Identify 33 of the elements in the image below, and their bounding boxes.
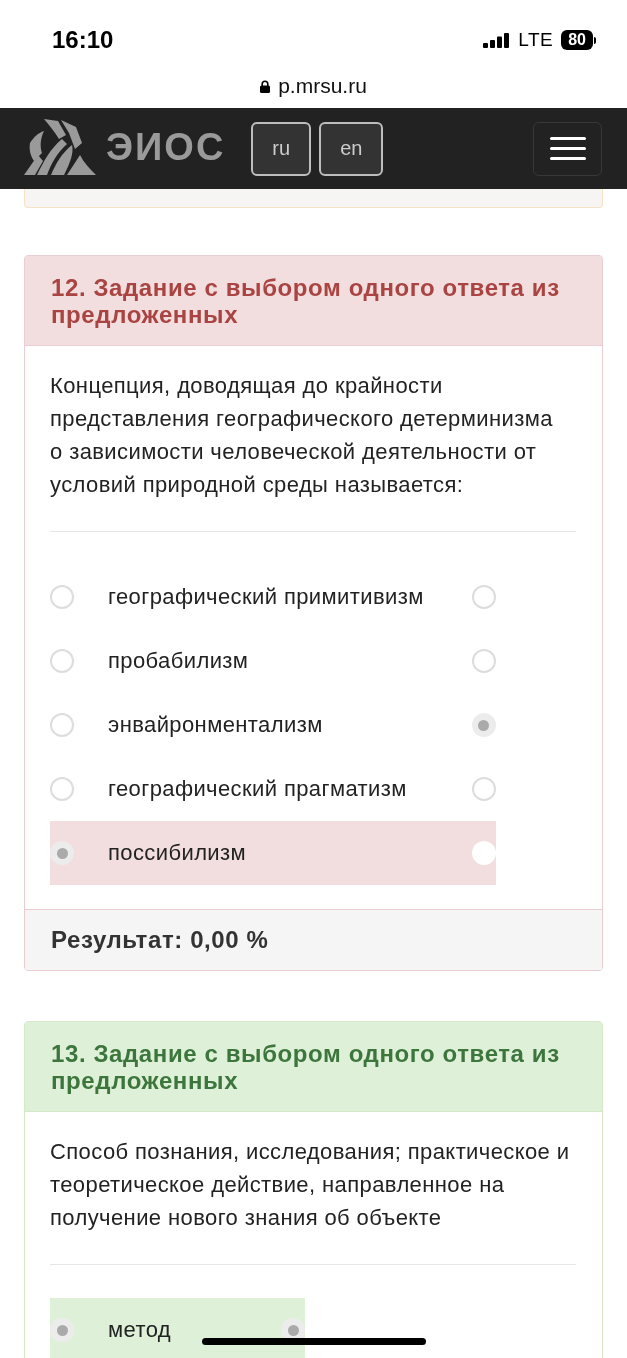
result-text: Результат: 0,00 % [51,926,269,953]
answer-radio[interactable] [50,777,74,801]
answer-radio[interactable] [50,649,74,673]
signal-icon [483,32,511,48]
answer-radio[interactable] [50,585,74,609]
correct-answer-radio[interactable] [471,585,496,609]
logo-text: ЭИОС [106,124,226,170]
answer-radio[interactable] [50,841,74,865]
question-text: Способ познания, исследования; практическое и теоретическое действие, направленное на получение нового знания об объекте [50,1138,570,1232]
logo-icon [24,118,96,175]
status-time: 16:10 [52,26,114,54]
menu-button[interactable] [533,121,602,176]
lock-icon [260,79,271,93]
correct-answer-radio[interactable] [471,713,496,737]
answer-label: географический примитивизм [108,584,424,610]
answer-label: географический прагматизм [108,776,408,802]
task-title: 13. Задание с выбором одного ответа из предложенных [51,1040,561,1094]
correct-answer-radio[interactable] [471,777,496,801]
answer-label: поссибилизм [108,840,248,866]
answer-radio[interactable] [50,713,74,737]
answer-label: метод [108,1317,173,1343]
network-type: LTE [518,28,554,52]
question-text: Концепция, доводящая до крайности представления географического детерминизма о зависимости человеческой деятельности от условий природной среды называется: [50,372,554,499]
answer-label: пробабилизм [108,648,250,674]
answer-label: энвайронментализм [108,712,324,738]
language-button[interactable]: en [319,121,384,176]
menu-icon [549,137,586,160]
battery-indicator: 80 [561,30,596,50]
correct-answer-radio[interactable] [471,649,496,673]
answer-radio[interactable] [50,1318,74,1342]
url-text[interactable]: p.mrsu.ru [278,74,367,98]
language-button[interactable]: ru [251,121,312,176]
task-title: 12. Задание с выбором одного ответа из предложенных [51,274,561,328]
